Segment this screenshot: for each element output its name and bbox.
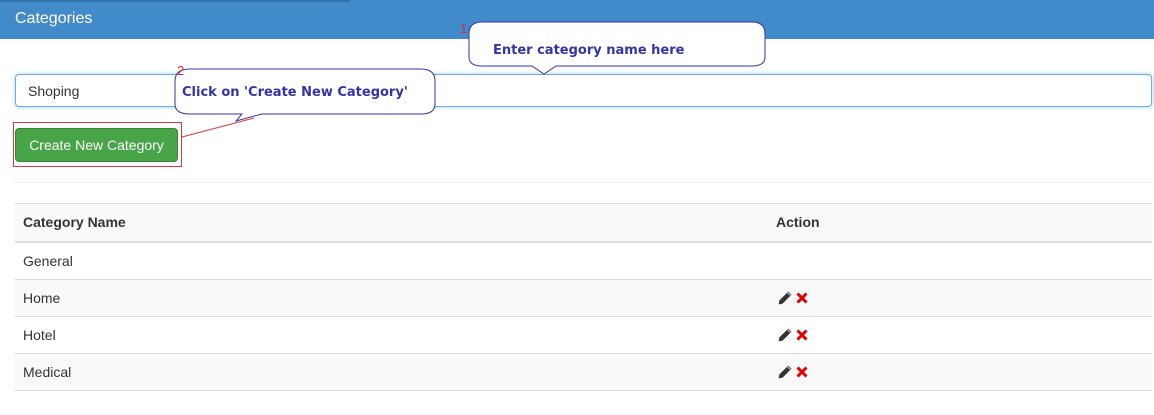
categories-table: Category Name Action General Home Hotel xyxy=(15,203,1152,391)
callout-connector-line xyxy=(181,117,255,138)
page-header: Categories xyxy=(0,0,1154,39)
row-actions xyxy=(777,327,817,343)
annotation-text-2: Click on 'Create New Category' xyxy=(182,85,408,100)
table-row: Hotel xyxy=(15,317,1152,354)
table-row: General xyxy=(15,243,1152,280)
row-actions xyxy=(777,290,817,306)
category-name-cell: Hotel xyxy=(23,327,56,343)
create-category-button[interactable]: Create New Category xyxy=(15,128,178,162)
category-name-cell: Home xyxy=(23,290,61,306)
table-row: Medical xyxy=(15,354,1152,391)
delete-icon[interactable] xyxy=(796,327,808,343)
pencil-icon[interactable] xyxy=(777,327,793,343)
column-header-category-name: Category Name xyxy=(23,214,126,230)
page-title: Categories xyxy=(15,10,93,27)
column-header-action: Action xyxy=(776,214,820,230)
annotation-number-1: 1 xyxy=(460,21,468,36)
pencil-icon[interactable] xyxy=(777,290,793,306)
delete-icon[interactable] xyxy=(796,290,808,306)
row-actions xyxy=(777,364,817,380)
delete-icon[interactable] xyxy=(796,364,808,380)
form-divider xyxy=(15,182,1152,183)
annotation-text-1: Enter category name here xyxy=(493,43,685,58)
header-accent-strip xyxy=(0,0,350,2)
category-name-cell: Medical xyxy=(23,364,72,380)
table-row: Home xyxy=(15,280,1152,317)
table-header-row: Category Name Action xyxy=(15,204,1152,243)
annotation-number-2: 2 xyxy=(177,63,185,78)
category-name-cell: General xyxy=(23,253,73,269)
pencil-icon[interactable] xyxy=(777,364,793,380)
